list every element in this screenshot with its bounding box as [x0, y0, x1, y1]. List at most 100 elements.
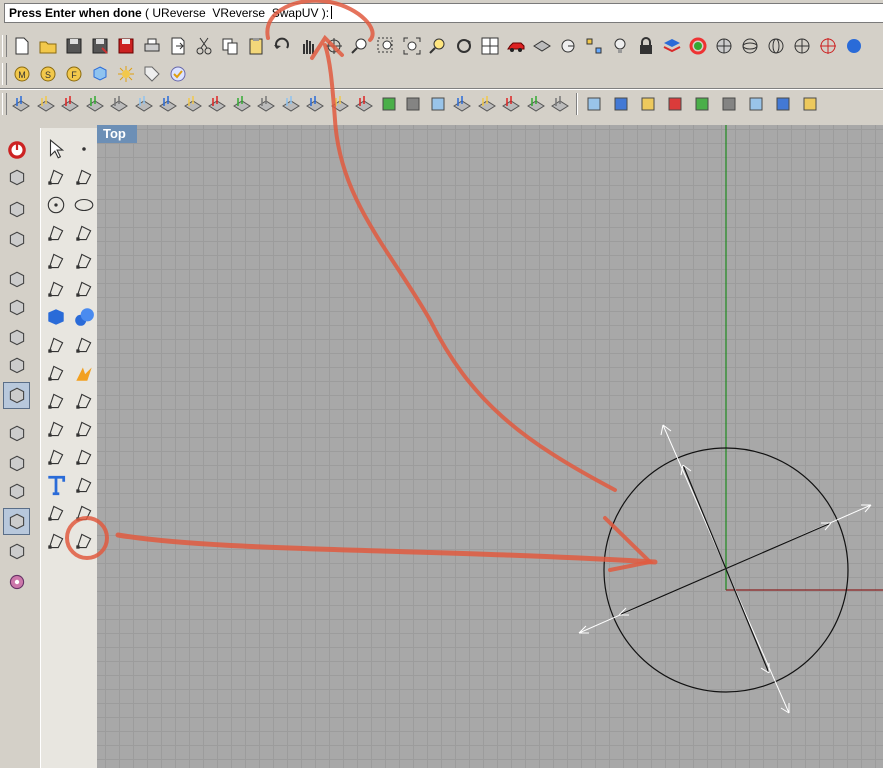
- paste-icon[interactable]: [243, 33, 269, 59]
- frame-icon[interactable]: [3, 508, 30, 535]
- globe-wire-icon[interactable]: [3, 196, 30, 223]
- zoom-dynamic-icon[interactable]: [347, 33, 373, 59]
- rectangle-icon[interactable]: [71, 220, 97, 246]
- rotate-camera-icon[interactable]: [451, 33, 477, 59]
- cylinder-icon[interactable]: [716, 91, 743, 117]
- grid-op-3-icon[interactable]: [58, 91, 83, 117]
- polygon-icon[interactable]: [43, 248, 69, 274]
- grid-op-10-icon[interactable]: [230, 91, 255, 117]
- eraser-icon[interactable]: [3, 420, 30, 447]
- grid-op-14-icon[interactable]: [328, 91, 353, 117]
- walker-icon[interactable]: [3, 538, 30, 565]
- curve-icon[interactable]: [689, 91, 716, 117]
- trim-icon[interactable]: [43, 388, 69, 414]
- wire-sphere-icon[interactable]: [737, 33, 763, 59]
- toolbar-grip[interactable]: [2, 93, 7, 115]
- transform-icon[interactable]: [71, 500, 97, 526]
- grid-icon[interactable]: [529, 33, 555, 59]
- dir-analysis-icon[interactable]: [71, 528, 97, 554]
- command-line[interactable]: Press Enter when done ( UReverse VRevers…: [4, 3, 883, 23]
- id-tag-icon[interactable]: [743, 91, 770, 117]
- array-icon[interactable]: [43, 500, 69, 526]
- rotate-view-icon[interactable]: [321, 33, 347, 59]
- save-as-icon[interactable]: [87, 33, 113, 59]
- shapes-alt-icon[interactable]: [608, 91, 635, 117]
- lock-icon[interactable]: [633, 33, 659, 59]
- grid-op-4-icon[interactable]: [83, 91, 108, 117]
- mesh-sphere-icon[interactable]: [763, 33, 789, 59]
- text-icon[interactable]: [43, 472, 69, 498]
- box-view-active-icon[interactable]: [3, 382, 30, 409]
- surface-blend-icon[interactable]: [71, 276, 97, 302]
- print-icon[interactable]: [139, 33, 165, 59]
- polyline-icon[interactable]: [43, 164, 69, 190]
- sun-icon[interactable]: [113, 61, 139, 87]
- save-icon[interactable]: [61, 33, 87, 59]
- yellow-cube-icon[interactable]: [662, 91, 689, 117]
- render-sphere-icon[interactable]: [789, 33, 815, 59]
- point-icon[interactable]: [71, 136, 97, 162]
- axes-icon[interactable]: [3, 266, 30, 293]
- boolean-icon[interactable]: [43, 416, 69, 442]
- contrast-icon[interactable]: [635, 91, 662, 117]
- car-render-icon[interactable]: [503, 33, 529, 59]
- zoom-selected-icon[interactable]: [425, 33, 451, 59]
- circle-snap-icon[interactable]: [555, 33, 581, 59]
- plane-surface-icon[interactable]: [71, 332, 97, 358]
- grid-op-5-icon[interactable]: [107, 91, 132, 117]
- zoom-window-icon[interactable]: [373, 33, 399, 59]
- select-arrow-icon[interactable]: [43, 136, 69, 162]
- puzzle-icon[interactable]: [43, 360, 69, 386]
- cut-icon[interactable]: [191, 33, 217, 59]
- box-view-1-icon[interactable]: [3, 294, 30, 321]
- grid-op-7-icon[interactable]: [156, 91, 181, 117]
- grid-op-17-icon[interactable]: [475, 91, 500, 117]
- pan-hand-icon[interactable]: [295, 33, 321, 59]
- cylinder-surface-icon[interactable]: [43, 332, 69, 358]
- grid-op-15-icon[interactable]: [352, 91, 377, 117]
- save-small-icon[interactable]: [113, 33, 139, 59]
- box-view-3-icon[interactable]: [3, 352, 30, 379]
- ellipse-icon[interactable]: [71, 192, 97, 218]
- viewport-top[interactable]: Top: [97, 125, 883, 768]
- cube-icon[interactable]: [87, 61, 113, 87]
- down-arrow-icon[interactable]: [426, 91, 451, 117]
- color-wheel-icon[interactable]: [685, 33, 711, 59]
- yellow-box-icon[interactable]: [770, 91, 797, 117]
- check-icon[interactable]: [165, 61, 191, 87]
- macro-f-icon[interactable]: F: [61, 61, 87, 87]
- toolbar-grip[interactable]: [2, 35, 7, 57]
- grid-op-2-icon[interactable]: [34, 91, 59, 117]
- curve-arrow-alt-icon[interactable]: [71, 444, 97, 470]
- points-icon[interactable]: [581, 33, 607, 59]
- explode-icon[interactable]: [71, 360, 97, 386]
- grid-op-9-icon[interactable]: [205, 91, 230, 117]
- molecule-icon[interactable]: [3, 226, 30, 253]
- option-vreverse[interactable]: VReverse: [212, 6, 265, 20]
- export-icon[interactable]: [165, 33, 191, 59]
- paint-bucket-icon[interactable]: [3, 478, 30, 505]
- color-circles-icon[interactable]: [797, 91, 824, 117]
- shade-sphere-icon[interactable]: [711, 33, 737, 59]
- macro-s-icon[interactable]: S: [35, 61, 61, 87]
- globe-icon[interactable]: [841, 33, 867, 59]
- surface-patch-icon[interactable]: [43, 276, 69, 302]
- grid-op-8-icon[interactable]: [181, 91, 206, 117]
- four-viewports-icon[interactable]: [477, 33, 503, 59]
- light-bulb-icon[interactable]: [607, 33, 633, 59]
- option-ureverse[interactable]: UReverse: [152, 6, 205, 20]
- open-folder-icon[interactable]: [35, 33, 61, 59]
- macro-m-icon[interactable]: M: [9, 61, 35, 87]
- grid-op-19-icon[interactable]: [524, 91, 549, 117]
- shapes-icon[interactable]: [581, 91, 608, 117]
- grid-op-1-icon[interactable]: [9, 91, 34, 117]
- gear-icon[interactable]: [3, 568, 30, 595]
- solid-sphere-icon[interactable]: [71, 304, 97, 330]
- grid-op-12-icon[interactable]: [279, 91, 304, 117]
- grid-op-11-icon[interactable]: [254, 91, 279, 117]
- copy-icon[interactable]: [217, 33, 243, 59]
- grid-op-18-icon[interactable]: [499, 91, 524, 117]
- undo-icon[interactable]: [269, 33, 295, 59]
- curve-arrow-icon[interactable]: [43, 444, 69, 470]
- option-swapuv[interactable]: SwapUV: [272, 6, 319, 20]
